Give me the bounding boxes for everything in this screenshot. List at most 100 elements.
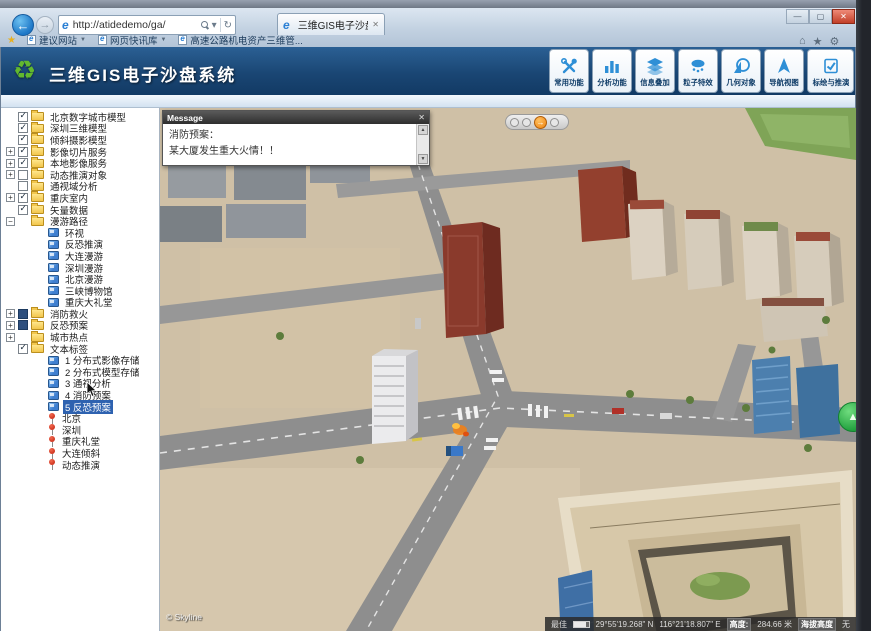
particle-icon <box>689 57 707 75</box>
message-scrollbar[interactable]: ▲ ▼ <box>416 124 429 165</box>
tree-checkbox[interactable] <box>18 205 28 215</box>
favorites-bar-item[interactable]: 网页快讯库 ▼ <box>92 34 172 47</box>
scroll-down-icon[interactable]: ▼ <box>418 154 428 164</box>
close-button[interactable]: ✕ <box>832 9 855 24</box>
message-body: 消防预案： 某大厦发生重大火情！！ <box>163 124 416 165</box>
app-title: 三维GIS电子沙盘系统 <box>49 61 236 86</box>
monitor-icon <box>48 286 59 295</box>
pin-icon <box>48 436 56 447</box>
tree-toggle-icon[interactable]: + <box>6 147 15 156</box>
favorites-star-icon[interactable]: ★ <box>7 35 16 46</box>
monitor-icon <box>48 251 59 260</box>
toolbar-button-label: 标绘与推演 <box>812 77 849 87</box>
message-titlebar[interactable]: Message ✕ <box>163 111 429 124</box>
tree-checkbox[interactable] <box>18 170 28 180</box>
tree-toggle-icon[interactable]: + <box>6 309 15 318</box>
search-icon[interactable] <box>201 21 209 29</box>
camera-button[interactable] <box>522 118 531 127</box>
sub-header-strip <box>1 95 855 108</box>
address-bar[interactable]: e http://atidedemo/ga/ ▾ ↻ <box>58 15 236 35</box>
scroll-up-icon[interactable]: ▲ <box>418 125 428 135</box>
minimize-button[interactable]: — <box>786 9 809 24</box>
browser-tab[interactable]: e 三维GIS电子沙盘系统 ✕ <box>277 13 385 35</box>
folder-icon <box>31 124 44 133</box>
folder-icon <box>31 193 44 202</box>
folder-icon <box>31 205 44 214</box>
tree-checkbox[interactable] <box>18 147 28 157</box>
tree-toggle-icon[interactable]: − <box>6 217 15 226</box>
favicon-icon <box>98 35 107 45</box>
tree-checkbox[interactable] <box>18 309 28 319</box>
chevron-down-icon: ▼ <box>160 37 166 43</box>
folder-icon <box>31 182 44 191</box>
toolbar-button-label: 导航视图 <box>769 77 798 87</box>
url-text[interactable]: http://atidedemo/ga/ <box>73 19 201 31</box>
layers-icon <box>646 57 664 75</box>
favorites-item-label: 建议网站 <box>39 33 77 47</box>
toolbar-button-navigation[interactable]: 导航视图 <box>764 49 804 93</box>
layer-tree-panel: 北京数字城市模型 深圳三维模型 倾斜摄影模型 + 影像切片服务 + 本地影像服务… <box>1 108 160 631</box>
tree-toggle-icon[interactable]: + <box>6 333 15 342</box>
favorites-bar-item[interactable]: 建议网站 ▼ <box>21 34 92 47</box>
refresh-icon[interactable]: ↻ <box>224 20 232 31</box>
monitor-icon <box>48 391 59 400</box>
autocomplete-dropdown-icon[interactable]: ▾ <box>212 20 217 31</box>
browser-forward-button[interactable]: → <box>36 16 54 34</box>
tree-checkbox[interactable] <box>18 344 28 354</box>
favorites-bar-item[interactable]: 高速公路机电资产三维管... <box>172 34 308 47</box>
toolbar-button-layers[interactable]: 信息叠加 <box>635 49 675 93</box>
maximize-button[interactable]: ▢ <box>809 9 832 24</box>
favicon-icon <box>178 35 187 45</box>
message-title: Message <box>167 113 203 123</box>
toolbar-button-plot[interactable]: 标绘与推演 <box>807 49 854 93</box>
camera-control-widget[interactable]: → <box>505 114 569 130</box>
tree-checkbox[interactable] <box>18 158 28 168</box>
camera-button[interactable] <box>550 118 559 127</box>
camera-button[interactable] <box>510 118 519 127</box>
folder-icon <box>31 135 44 144</box>
altitude-value: 284.66 米 <box>757 619 792 630</box>
plot-icon <box>822 57 840 75</box>
tree-toggle-icon[interactable]: + <box>6 321 15 330</box>
tree-toggle-icon[interactable]: + <box>6 193 15 202</box>
pin-icon <box>48 424 56 435</box>
pin-icon <box>48 459 56 470</box>
monitor-icon <box>48 240 59 249</box>
monitor-icon <box>48 228 59 237</box>
favorites-item-label: 高速公路机电资产三维管... <box>190 33 302 47</box>
city-3d-scene <box>160 108 856 631</box>
tree-checkbox[interactable] <box>18 193 28 203</box>
ie-logo-icon: e <box>62 18 69 32</box>
tree-checkbox[interactable] <box>18 320 28 330</box>
terrain-quality-label: 最佳 <box>551 619 567 630</box>
toolbar-button-chart[interactable]: 分析功能 <box>592 49 632 93</box>
layer-tree: 北京数字城市模型 深圳三维模型 倾斜摄影模型 + 影像切片服务 + 本地影像服务… <box>1 108 159 470</box>
tree-toggle-icon[interactable]: + <box>6 170 15 179</box>
camera-play-button[interactable]: → <box>534 116 547 129</box>
folder-icon <box>31 321 44 330</box>
monitor-icon <box>48 298 59 307</box>
tab-favicon-icon: e <box>283 18 290 32</box>
geometry-icon <box>732 57 750 75</box>
app-logo-icon: ♻ <box>13 55 36 86</box>
folder-icon <box>31 170 44 179</box>
chart-icon <box>603 57 621 75</box>
desktop-background-top <box>0 0 871 8</box>
tree-checkbox[interactable] <box>18 123 28 133</box>
toolbar-button-particle[interactable]: 粒子特效 <box>678 49 718 93</box>
longitude-value: 116°21'18.807" E <box>659 620 720 629</box>
toolbar-button-tools[interactable]: 常用功能 <box>549 49 589 93</box>
monitor-icon <box>48 367 59 376</box>
toolbar-button-geometry[interactable]: 几何对象 <box>721 49 761 93</box>
header-toolbar: 常用功能 分析功能 信息叠加 粒子特效 几何对象 导航视图 标绘与推演 <box>549 49 854 93</box>
message-popup[interactable]: Message ✕ 消防预案： 某大厦发生重大火情！！ ▲ ▼ <box>162 110 430 166</box>
tab-close-icon[interactable]: ✕ <box>372 20 379 29</box>
tree-checkbox[interactable] <box>18 112 28 122</box>
tree-checkbox[interactable] <box>18 135 28 145</box>
tree-item[interactable]: 动态推演 <box>1 459 159 471</box>
skyline-copyright: © Skyline <box>166 612 202 622</box>
message-close-icon[interactable]: ✕ <box>418 113 425 122</box>
tree-toggle-icon[interactable]: + <box>6 159 15 168</box>
map-viewport-3d[interactable]: Message ✕ 消防预案： 某大厦发生重大火情！！ ▲ ▼ → ▲ © Sk… <box>160 108 856 631</box>
tree-checkbox[interactable] <box>18 181 28 191</box>
